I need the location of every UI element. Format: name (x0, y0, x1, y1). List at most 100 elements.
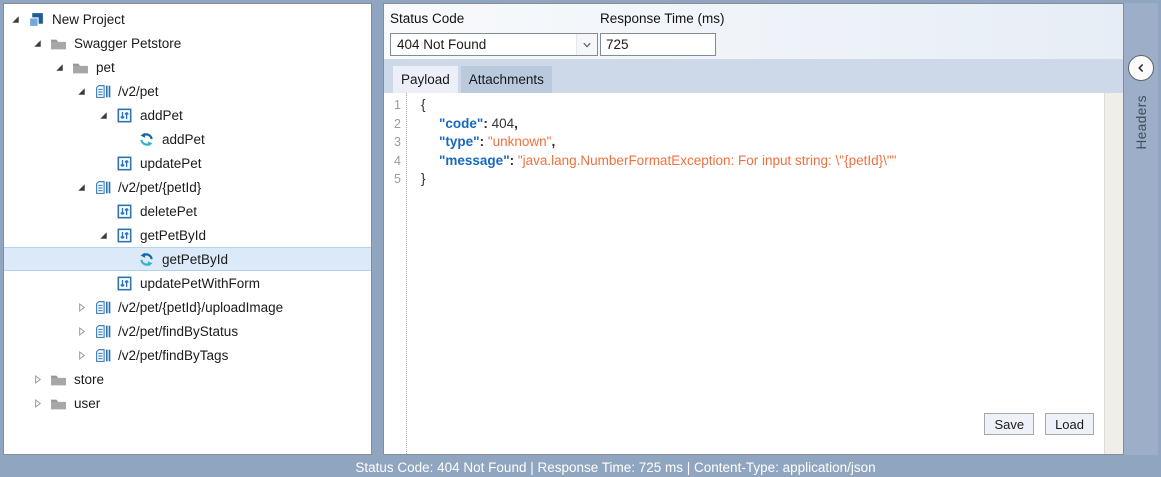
tree-item-label: addPet (140, 108, 183, 123)
expander-expanded-icon[interactable] (76, 182, 87, 193)
status-code-label: Status Code (390, 11, 598, 26)
project-icon (28, 11, 45, 28)
tree-item-v2-pet-findbytags[interactable]: /v2/pet/findByTags (4, 343, 371, 367)
method-icon (116, 275, 133, 292)
folder-icon (50, 395, 67, 412)
tree-item-label: updatePetWithForm (140, 276, 260, 291)
headers-panel-collapsed[interactable]: Headers (1124, 3, 1158, 455)
tree-item-label: /v2/pet (118, 84, 159, 99)
tree-item-label: getPetById (162, 252, 228, 267)
refresh-icon (138, 251, 155, 268)
tree-item-label: /v2/pet/{petId}/uploadImage (118, 300, 283, 315)
expander-expanded-icon[interactable] (54, 62, 65, 73)
tree-item-label: store (74, 372, 104, 387)
tree-item-label: deletePet (140, 204, 197, 219)
method-icon (116, 227, 133, 244)
folder-icon (72, 59, 89, 76)
mock-response-panel: Status Code 404 Not Found Response Time … (383, 3, 1124, 455)
line-number: 2 (384, 115, 401, 134)
resource-icon (94, 299, 111, 316)
payload-editor[interactable]: 1 2 3 4 5 { "code": 404, "type": "unknow… (384, 93, 1123, 454)
expander-expanded-icon[interactable] (98, 110, 109, 121)
tree-item-pet[interactable]: pet (4, 55, 371, 79)
status-bar: Status Code: 404 Not Found | Response Ti… (0, 457, 1161, 477)
code-line: { (421, 96, 1123, 115)
expander-expanded-icon[interactable] (10, 14, 21, 25)
tree-item-getpetbyid-response-selected[interactable]: getPetById (4, 247, 371, 271)
tree-item-v2-pet-petid[interactable]: /v2/pet/{petId} (4, 175, 371, 199)
tree-item-label: addPet (162, 132, 205, 147)
method-icon (116, 203, 133, 220)
tree-item-new-project[interactable]: New Project (4, 7, 371, 31)
response-time-input[interactable] (600, 33, 716, 56)
status-code-value: 404 Not Found (391, 37, 576, 52)
response-tabs: Payload Attachments (384, 59, 1123, 93)
folder-icon (50, 371, 67, 388)
tree-item-label: getPetById (140, 228, 206, 243)
resource-icon (94, 179, 111, 196)
line-number: 4 (384, 152, 401, 171)
folder-icon (50, 35, 67, 52)
tree-item-label: /v2/pet/findByStatus (118, 324, 238, 339)
tree-item-label: updatePet (140, 156, 202, 171)
resource-icon (94, 347, 111, 364)
expander-expanded-icon[interactable] (98, 230, 109, 241)
tree-item-swagger-petstore[interactable]: Swagger Petstore (4, 31, 371, 55)
chevron-left-icon (1135, 62, 1147, 74)
tree-item-addpet-response[interactable]: addPet (4, 127, 371, 151)
expander-collapsed-icon[interactable] (76, 326, 87, 337)
expander-expanded-icon[interactable] (32, 38, 43, 49)
line-number: 5 (384, 170, 401, 189)
tab-attachments[interactable]: Attachments (461, 66, 552, 93)
refresh-icon (138, 131, 155, 148)
resource-icon (94, 83, 111, 100)
method-icon (116, 107, 133, 124)
tree-item-updatepetwithform[interactable]: updatePetWithForm (4, 271, 371, 295)
expander-collapsed-icon[interactable] (76, 350, 87, 361)
expander-expanded-icon[interactable] (76, 86, 87, 97)
tree-item-label: /v2/pet/{petId} (118, 180, 201, 195)
code-line: "code": 404, (421, 115, 1123, 134)
expander-collapsed-icon[interactable] (32, 398, 43, 409)
chevron-down-icon[interactable] (576, 34, 597, 55)
tree-item-v2-pet[interactable]: /v2/pet (4, 79, 371, 103)
tree-item-store[interactable]: store (4, 367, 371, 391)
line-number: 3 (384, 133, 401, 152)
tree-item-getpetbyid-method[interactable]: getPetById (4, 223, 371, 247)
tree-item-label: /v2/pet/findByTags (118, 348, 228, 363)
tree-item-v2-pet-petid-uploadimage[interactable]: /v2/pet/{petId}/uploadImage (4, 295, 371, 319)
code-line: } (421, 170, 1123, 189)
headers-panel-label: Headers (1134, 95, 1149, 150)
response-time-label: Response Time (ms) (600, 11, 725, 26)
line-numbers: 1 2 3 4 5 (384, 93, 407, 454)
status-bar-text: Status Code: 404 Not Found | Response Ti… (355, 460, 875, 475)
status-code-dropdown[interactable]: 404 Not Found (390, 33, 598, 56)
resource-icon (94, 323, 111, 340)
tab-payload[interactable]: Payload (393, 66, 458, 93)
expander-collapsed-icon[interactable] (76, 302, 87, 313)
code-area[interactable]: { "code": 404, "type": "unknown", "messa… (407, 93, 1123, 454)
tree-item-deletepet[interactable]: deletePet (4, 199, 371, 223)
tree-item-v2-pet-findbystatus[interactable]: /v2/pet/findByStatus (4, 319, 371, 343)
expander-collapsed-icon[interactable] (32, 374, 43, 385)
response-config-bar: Status Code 404 Not Found Response Time … (384, 4, 1123, 59)
tree-item-label: Swagger Petstore (74, 36, 181, 51)
tree-item-label: pet (96, 60, 115, 75)
project-tree: New Project Swagger Petstore pet /v2/pet… (3, 3, 372, 455)
code-line: "message": "java.lang.NumberFormatExcept… (421, 152, 1123, 171)
editor-scrollbar[interactable] (1104, 93, 1123, 454)
tree-item-label: New Project (52, 12, 125, 27)
save-button[interactable]: Save (984, 413, 1034, 435)
tree-item-updatepet[interactable]: updatePet (4, 151, 371, 175)
tree-item-user[interactable]: user (4, 391, 371, 415)
method-icon (116, 155, 133, 172)
line-number: 1 (384, 96, 401, 115)
expand-headers-button[interactable] (1128, 55, 1154, 81)
tab-label: Payload (401, 72, 450, 87)
app-window: New Project Swagger Petstore pet /v2/pet… (0, 0, 1161, 477)
tree-item-label: user (74, 396, 100, 411)
load-button[interactable]: Load (1045, 413, 1094, 435)
tree-item-addpet-method[interactable]: addPet (4, 103, 371, 127)
tab-label: Attachments (469, 72, 544, 87)
code-line: "type": "unknown", (421, 133, 1123, 152)
